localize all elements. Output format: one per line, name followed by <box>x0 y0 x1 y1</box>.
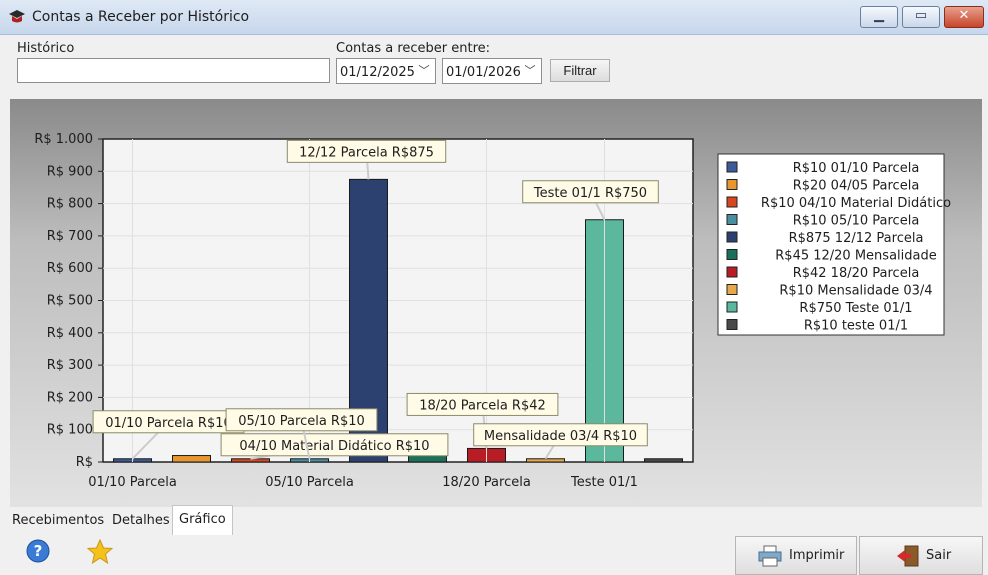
footer: ? Imprimir Sair <box>0 535 988 575</box>
y-tick-label: R$ 1.000 <box>34 132 93 147</box>
legend-entry: R$10 01/10 Parcela <box>793 161 920 176</box>
period-label: Contas a receber entre: <box>336 41 491 56</box>
data-label: 05/10 Parcela R$10 <box>238 414 365 429</box>
legend-swatch <box>726 319 738 330</box>
legend-swatch <box>726 214 738 225</box>
y-tick-label: R$ 800 <box>47 197 93 212</box>
y-tick-label: R$ 500 <box>47 294 93 309</box>
maximize-icon: ▭ <box>914 8 928 23</box>
data-label: 12/12 Parcela R$875 <box>299 145 434 160</box>
x-tick-label: Teste 01/1 <box>570 475 638 490</box>
legend-swatch <box>726 284 738 295</box>
exit-button-label: Sair <box>926 548 952 563</box>
minimize-icon: ▁ <box>874 8 884 23</box>
close-button[interactable]: ✕ <box>944 6 984 28</box>
print-button[interactable]: Imprimir <box>735 536 857 575</box>
minimize-button[interactable]: ▁ <box>860 6 898 28</box>
bar <box>172 455 211 463</box>
legend-entry: R$10 teste 01/1 <box>804 319 908 334</box>
close-icon: ✕ <box>958 8 970 23</box>
window-title: Contas a Receber por Histórico <box>32 9 250 25</box>
tab-grafico[interactable]: Gráfico <box>172 505 233 536</box>
legend-swatch <box>726 196 738 208</box>
chart-panel: R$ 1.000 R$ 900 R$ 800 R$ 700 R$ 600 R$ 500 R$… <box>10 99 982 507</box>
legend-entry: R$875 12/12 Parcela <box>789 231 924 246</box>
data-label: 18/20 Parcela R$42 <box>419 398 546 413</box>
app-icon <box>9 10 25 23</box>
y-tick-label: R$ 100 <box>47 423 93 438</box>
historico-label: Histórico <box>17 41 75 56</box>
bar-chart: R$ 1.000 R$ 900 R$ 800 R$ 700 R$ 600 R$ 500 R$… <box>34 132 951 490</box>
legend-entry: R$10 05/10 Parcela <box>793 214 920 229</box>
x-tick-label: 05/10 Parcela <box>265 475 354 490</box>
legend-swatch <box>726 266 738 278</box>
legend-entry: R$10 Mensalidade 03/4 <box>779 284 932 299</box>
chevron-down-icon[interactable]: ﹀ <box>522 61 538 81</box>
legend-entry: R$750 Teste 01/1 <box>799 301 912 316</box>
exit-button[interactable]: Sair <box>859 536 983 575</box>
date-to-value: 01/01/2026 <box>446 65 521 80</box>
data-label: 04/10 Material Didático R$10 <box>239 439 429 454</box>
y-tick-label: R$ 400 <box>47 326 93 341</box>
legend-swatch <box>726 249 738 260</box>
chevron-down-icon[interactable]: ﹀ <box>416 61 432 81</box>
exit-icon <box>897 545 919 567</box>
bar <box>526 458 565 463</box>
historico-input[interactable] <box>17 58 330 83</box>
legend-swatch <box>726 161 738 173</box>
date-from-picker[interactable]: 01/12/2025 ﹀ <box>336 58 436 84</box>
bar <box>644 458 683 463</box>
legend-entry: R$42 18/20 Parcela <box>793 266 920 281</box>
x-tick-label: 01/10 Parcela <box>88 475 177 490</box>
title-bar: Contas a Receber por Histórico ▁ ▭ ✕ <box>0 0 988 35</box>
y-tick-label: R$ 900 <box>47 164 93 179</box>
date-from-value: 01/12/2025 <box>340 65 415 80</box>
data-label: Teste 01/1 R$750 <box>533 186 647 201</box>
tab-recebimentos[interactable]: Recebimentos <box>6 507 110 535</box>
svg-text:?: ? <box>34 542 43 560</box>
legend-entry: R$20 04/05 Parcela <box>793 179 920 194</box>
legend-swatch <box>726 179 738 190</box>
printer-icon <box>758 545 782 567</box>
data-label: Mensalidade 03/4 R$10 <box>484 429 637 444</box>
legend-swatch <box>726 301 738 313</box>
filter-button[interactable]: Filtrar <box>550 59 610 82</box>
star-icon[interactable] <box>87 539 113 565</box>
maximize-button[interactable]: ▭ <box>902 6 940 28</box>
help-icon[interactable]: ? <box>26 539 50 563</box>
print-button-label: Imprimir <box>789 548 845 563</box>
y-tick-label: R$ 200 <box>47 390 93 405</box>
legend-entry: R$45 12/20 Mensalidade <box>775 249 936 264</box>
bar <box>231 458 270 463</box>
tab-detalhes[interactable]: Detalhes <box>106 507 176 535</box>
date-to-picker[interactable]: 01/01/2026 ﹀ <box>442 58 542 84</box>
y-tick-label: R$ 300 <box>47 358 93 373</box>
x-tick-label: 18/20 Parcela <box>442 475 531 490</box>
y-tick-label: R$ 700 <box>47 229 93 244</box>
legend-swatch <box>726 231 738 243</box>
legend-entry: R$10 04/10 Material Didático <box>761 196 951 211</box>
y-tick-label: R$ 600 <box>47 261 93 276</box>
data-label: 01/10 Parcela R$10 <box>105 416 232 431</box>
y-tick-label: R$ <box>76 455 93 470</box>
